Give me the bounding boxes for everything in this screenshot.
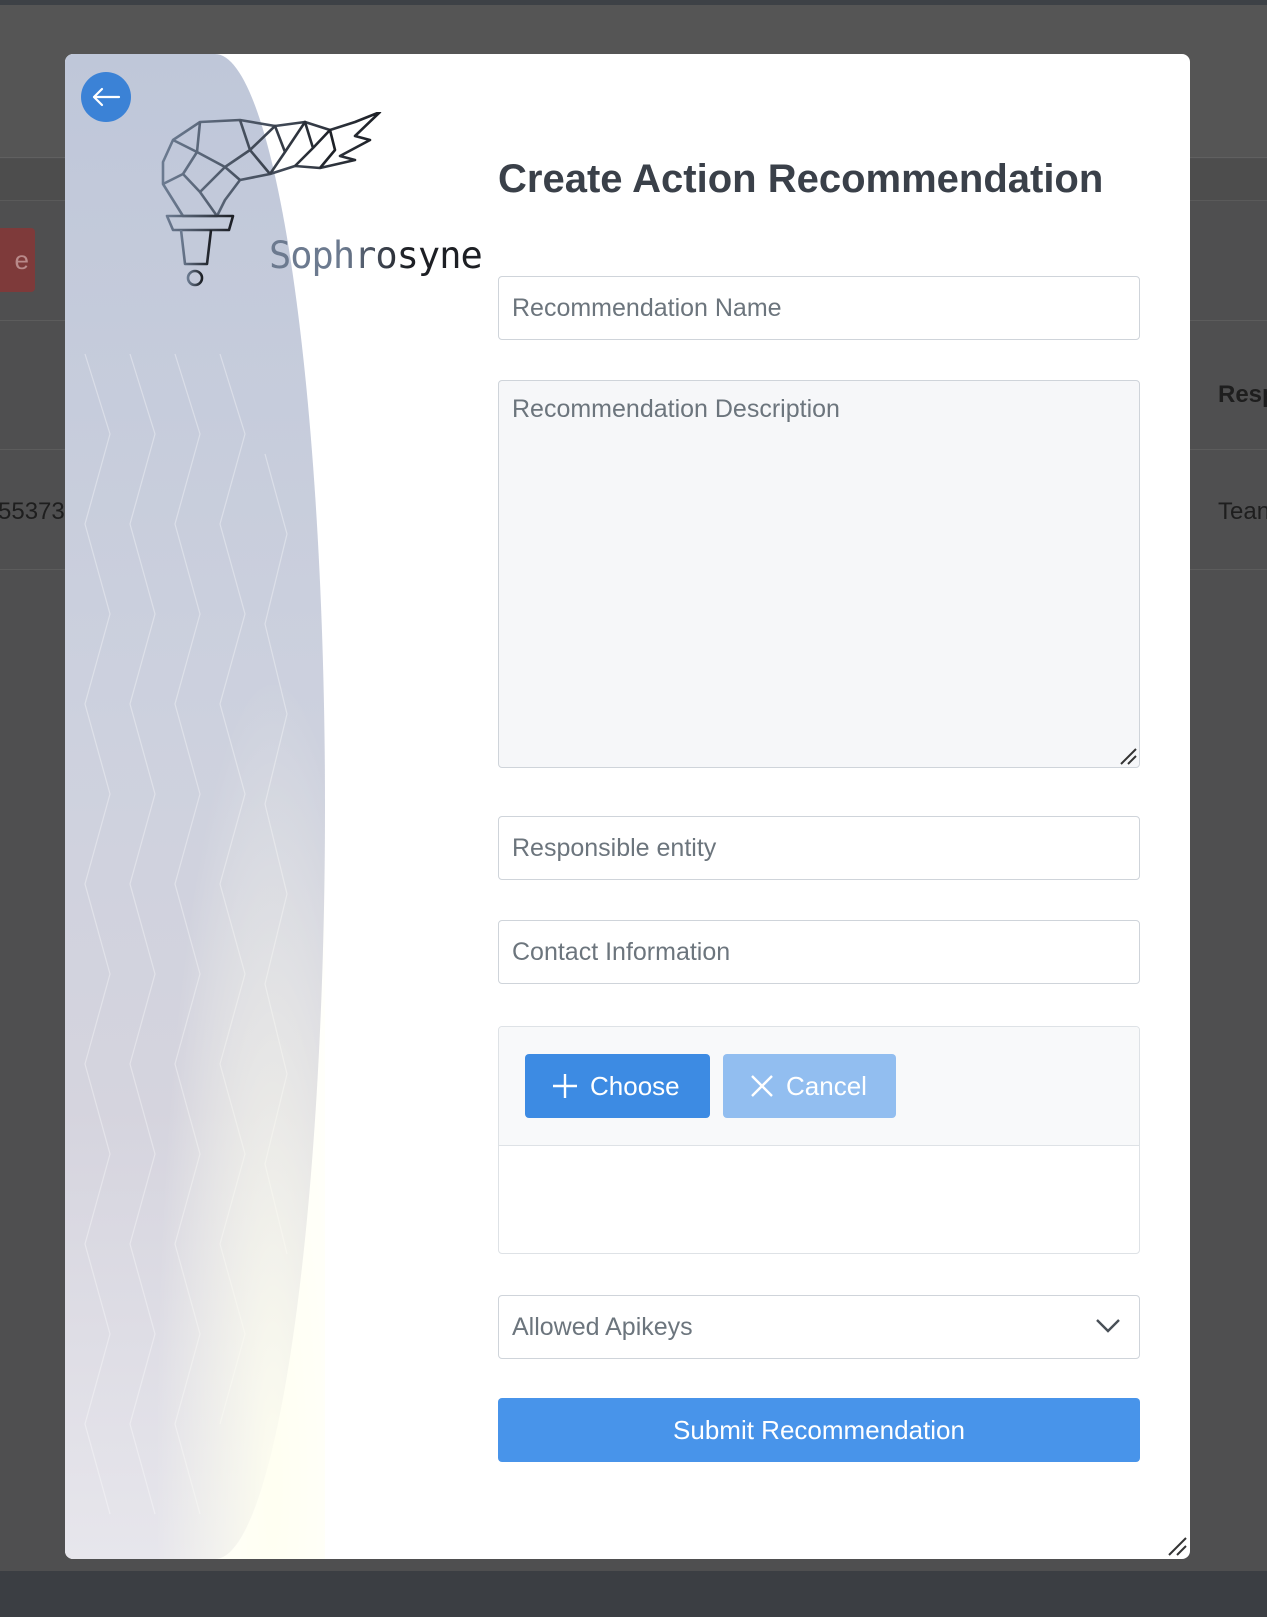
page-title: Create Action Recommendation <box>498 157 1104 201</box>
background-delete-button: e <box>0 228 35 292</box>
app-footer <box>0 1571 1267 1617</box>
recommendation-name-input[interactable] <box>498 276 1140 340</box>
logo-wordmark: Sophrosyne <box>269 234 483 277</box>
choose-button-label: Choose <box>590 1070 680 1101</box>
arrow-left-icon <box>92 87 121 107</box>
file-upload-toolbar: Choose Cancel <box>499 1027 1139 1146</box>
allowed-apikeys-placeholder: Allowed Apikeys <box>512 1313 693 1341</box>
file-upload-dropzone[interactable] <box>499 1146 1139 1253</box>
allowed-apikeys-select[interactable]: Allowed Apikeys <box>498 1295 1140 1359</box>
plus-icon <box>552 1073 578 1099</box>
contact-information-input[interactable] <box>498 920 1140 984</box>
back-button[interactable] <box>81 72 131 122</box>
create-recommendation-modal: Sophrosyne Create Action Recommendation … <box>65 54 1190 1559</box>
x-icon <box>750 1074 774 1098</box>
submit-recommendation-button[interactable]: Submit Recommendation <box>498 1398 1140 1462</box>
cancel-button-label: Cancel <box>786 1070 867 1101</box>
choose-file-button[interactable]: Choose <box>525 1054 710 1118</box>
chevron-down-icon <box>1096 1319 1120 1333</box>
background-row-cell: Tean <box>1218 498 1267 525</box>
background-row-id: 55373 <box>0 498 65 525</box>
modal-resize-grip-icon[interactable] <box>1166 1535 1188 1557</box>
resize-grip-icon[interactable] <box>1118 746 1138 766</box>
background-column-header: Resp <box>1218 381 1267 408</box>
recommendation-description-textarea[interactable] <box>498 380 1140 768</box>
cancel-upload-button[interactable]: Cancel <box>723 1054 896 1118</box>
file-upload: Choose Cancel <box>498 1026 1140 1254</box>
responsible-entity-input[interactable] <box>498 816 1140 880</box>
